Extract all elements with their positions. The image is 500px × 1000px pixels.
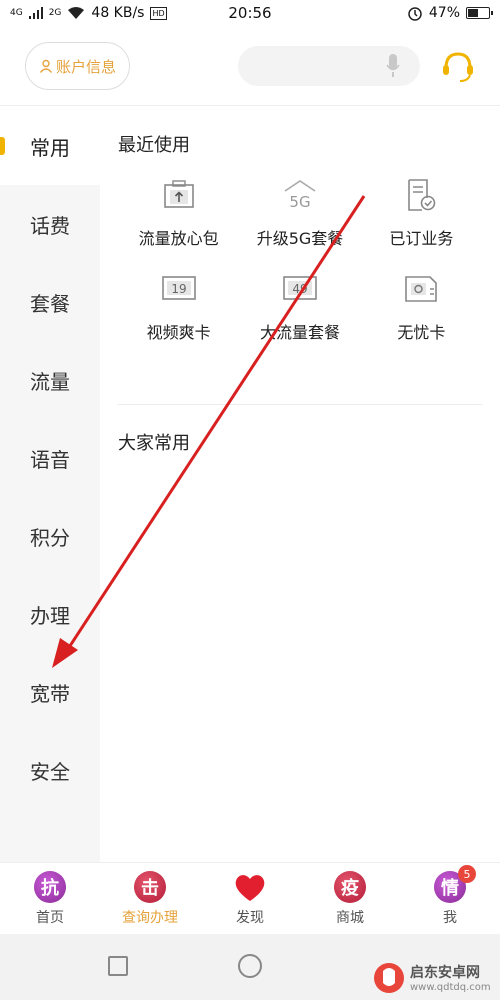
tab-discover[interactable]: 发现: [200, 863, 300, 934]
5g-icon-text: 5G: [289, 193, 310, 211]
tab-home[interactable]: 抗 首页: [0, 863, 100, 934]
heart-icon: [235, 874, 265, 901]
user-icon: [39, 59, 53, 73]
sidebar-item-label: 套餐: [30, 291, 70, 316]
sidebar-item-label: 宽带: [30, 681, 70, 706]
category-sidebar: 常用 话费 套餐 流量 语音 积分 办理 宽带 安全: [0, 107, 100, 862]
recent-item-label: 升级5G套餐: [256, 229, 344, 248]
recent-item-label: 视频爽卡: [146, 323, 211, 342]
sidebar-item-security[interactable]: 安全: [0, 731, 100, 809]
document-check-icon: [403, 177, 439, 213]
notification-badge: 5: [458, 865, 476, 883]
mall-icon: 疫: [334, 870, 366, 903]
card-49-text: 49: [292, 282, 307, 296]
wifi-icon: [68, 7, 85, 19]
status-right: 47%: [310, 5, 493, 21]
search-input[interactable]: [238, 46, 420, 86]
sidebar-item-common[interactable]: 常用: [0, 107, 100, 185]
microphone-icon[interactable]: [386, 54, 400, 78]
tab-label: 我: [443, 909, 457, 926]
card-19-text: 19: [171, 282, 186, 296]
recent-item-worry-free-card[interactable]: 无忧卡: [361, 271, 482, 343]
battery-icon: [466, 7, 493, 19]
status-time: 20:56: [228, 4, 272, 22]
sidebar-item-handle[interactable]: 办理: [0, 575, 100, 653]
sidebar-item-points[interactable]: 积分: [0, 497, 100, 575]
recent-grid: 流量放心包 5G 升级5G套餐 已订业务 19 视频爽卡 49 大流量套餐 无忧…: [118, 177, 482, 343]
recent-item-label: 已订业务: [389, 229, 454, 248]
card-19-icon: 19: [161, 271, 197, 307]
sidebar-item-label: 话费: [30, 213, 70, 238]
sidebar-item-label: 办理: [30, 603, 70, 628]
tab-me[interactable]: 情 我 5: [400, 863, 500, 934]
home-icon: 抗: [34, 870, 66, 903]
sidebar-item-data[interactable]: 流量: [0, 341, 100, 419]
section-divider: [118, 404, 482, 405]
package-upload-icon: [161, 177, 197, 213]
recent-section-title: 最近使用: [118, 135, 190, 156]
sidebar-item-label: 安全: [30, 759, 70, 784]
customer-service-icon[interactable]: [440, 48, 476, 84]
account-info-button[interactable]: 账户信息: [25, 42, 130, 90]
battery-percent: 47%: [428, 5, 460, 21]
home-button[interactable]: [238, 954, 262, 978]
tab-label: 查询办理: [122, 909, 178, 926]
recent-item-video-card[interactable]: 19 视频爽卡: [118, 271, 239, 343]
sidebar-item-broadband[interactable]: 宽带: [0, 653, 100, 731]
header: 账户信息: [0, 26, 500, 106]
sidebar-item-label: 语音: [30, 447, 70, 472]
main-content: 最近使用 流量放心包 5G 升级5G套餐 已订业务 19 视频爽卡 49 大流量…: [100, 107, 500, 862]
account-info-label: 账户信息: [55, 57, 116, 76]
recent-item-data-package[interactable]: 流量放心包: [118, 177, 239, 249]
bottom-tab-bar: 抗 首页 击 查询办理 发现 疫 商城 情 我 5: [0, 862, 500, 934]
alarm-icon: [408, 7, 422, 21]
status-left: 4G 2G 48 KB/s HD: [10, 5, 190, 21]
query-icon: 击: [134, 870, 166, 903]
popular-section-title: 大家常用: [118, 433, 190, 454]
hd-label: HD: [150, 6, 167, 20]
watermark: 启东安卓网 www.qdtdq.com: [372, 955, 500, 1000]
tab-label: 首页: [36, 909, 64, 926]
watermark-title: 启东安卓网: [410, 965, 480, 981]
recent-item-label: 流量放心包: [138, 229, 219, 248]
recent-item-subscribed[interactable]: 已订业务: [361, 177, 482, 249]
me-icon-glyph: 情: [441, 877, 459, 899]
signal-bars-icon: [28, 7, 43, 19]
battery-fill: [468, 9, 479, 17]
recent-apps-button[interactable]: [108, 956, 128, 976]
recent-item-label: 大流量套餐: [259, 323, 340, 342]
watermark-logo-icon: [374, 962, 404, 993]
sidebar-item-plan[interactable]: 套餐: [0, 263, 100, 341]
status-bar: 4G 2G 48 KB/s HD 20:56 47%: [0, 0, 500, 26]
sidebar-item-label: 常用: [30, 135, 70, 160]
network-speed: 48 KB/s: [91, 5, 145, 21]
mall-icon-glyph: 疫: [341, 877, 359, 899]
sidebar-item-phone-bill[interactable]: 话费: [0, 185, 100, 263]
tab-mall[interactable]: 疫 商城: [300, 863, 400, 934]
sim-card-icon: [403, 271, 439, 307]
recent-item-big-data-plan[interactable]: 49 大流量套餐: [239, 271, 360, 343]
card-49-icon: 49: [282, 271, 318, 307]
sidebar-item-voice[interactable]: 语音: [0, 419, 100, 497]
tab-query-handle[interactable]: 击 查询办理: [100, 863, 200, 934]
home-icon-glyph: 抗: [41, 877, 59, 899]
query-icon-glyph: 击: [141, 877, 159, 899]
signal-2g-label: 2G: [48, 7, 62, 18]
tab-label: 发现: [236, 909, 264, 926]
recent-item-label: 无忧卡: [397, 323, 446, 342]
signal-4g-label: 4G: [10, 7, 23, 18]
sidebar-item-label: 流量: [30, 369, 70, 394]
sidebar-item-label: 积分: [30, 525, 70, 550]
recent-item-upgrade-5g[interactable]: 5G 升级5G套餐: [239, 177, 360, 249]
5g-house-icon: 5G: [282, 177, 318, 213]
watermark-url: www.qdtdq.com: [410, 982, 491, 993]
tab-label: 商城: [336, 909, 364, 926]
